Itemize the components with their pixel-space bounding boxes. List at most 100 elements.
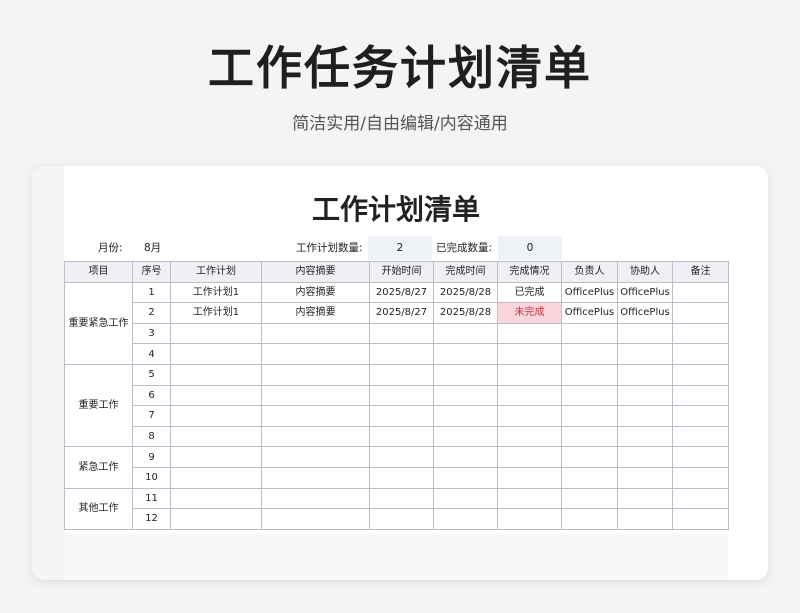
owner-cell[interactable] bbox=[561, 487, 618, 510]
plan-cell[interactable]: 工作计划1 bbox=[170, 302, 262, 324]
plan-cell[interactable] bbox=[170, 466, 262, 489]
assist-cell[interactable]: OfficePlus bbox=[617, 302, 673, 324]
end-date-cell[interactable] bbox=[433, 322, 498, 345]
end-date-cell[interactable] bbox=[433, 446, 498, 468]
owner-cell[interactable] bbox=[561, 384, 618, 407]
summary-cell[interactable] bbox=[261, 446, 370, 468]
assist-cell[interactable] bbox=[617, 446, 673, 468]
end-date-cell[interactable]: 2025/8/28 bbox=[433, 302, 498, 324]
end-date-cell[interactable] bbox=[433, 384, 498, 407]
assist-cell[interactable] bbox=[617, 508, 673, 530]
note-cell[interactable] bbox=[672, 322, 729, 345]
assist-cell[interactable] bbox=[617, 466, 673, 489]
start-date-cell[interactable] bbox=[369, 466, 434, 489]
status-cell[interactable] bbox=[497, 322, 562, 345]
owner-cell[interactable] bbox=[561, 466, 618, 489]
status-cell[interactable] bbox=[497, 384, 562, 407]
start-date-cell[interactable] bbox=[369, 425, 434, 448]
plan-cell[interactable] bbox=[170, 446, 262, 468]
end-date-cell[interactable]: 2025/8/28 bbox=[433, 281, 498, 304]
summary-cell[interactable] bbox=[261, 508, 370, 530]
owner-cell[interactable] bbox=[561, 343, 618, 365]
note-cell[interactable] bbox=[672, 343, 729, 365]
start-date-cell[interactable]: 2025/8/27 bbox=[369, 281, 434, 304]
summary-cell[interactable] bbox=[261, 405, 370, 427]
category-cell[interactable]: 重要工作 bbox=[64, 363, 133, 448]
status-cell[interactable] bbox=[497, 405, 562, 427]
status-cell[interactable]: 已完成 bbox=[497, 281, 562, 304]
plan-cell[interactable] bbox=[170, 363, 262, 386]
assist-cell[interactable] bbox=[617, 487, 673, 510]
status-cell[interactable] bbox=[497, 446, 562, 468]
plan-cell[interactable] bbox=[170, 322, 262, 345]
assist-cell[interactable] bbox=[617, 384, 673, 407]
status-cell[interactable] bbox=[497, 508, 562, 530]
category-cell[interactable]: 紧急工作 bbox=[64, 446, 133, 489]
summary-cell[interactable] bbox=[261, 363, 370, 386]
status-cell[interactable] bbox=[497, 425, 562, 448]
note-cell[interactable] bbox=[672, 487, 729, 510]
end-date-cell[interactable] bbox=[433, 405, 498, 427]
note-cell[interactable] bbox=[672, 405, 729, 427]
plan-cell[interactable] bbox=[170, 487, 262, 510]
end-date-cell[interactable] bbox=[433, 508, 498, 530]
owner-cell[interactable] bbox=[561, 363, 618, 386]
owner-cell[interactable] bbox=[561, 446, 618, 468]
note-cell[interactable] bbox=[672, 302, 729, 324]
summary-cell[interactable] bbox=[261, 466, 370, 489]
plan-cell[interactable] bbox=[170, 425, 262, 448]
category-cell[interactable]: 重要紧急工作 bbox=[64, 281, 133, 365]
summary-cell[interactable] bbox=[261, 425, 370, 448]
start-date-cell[interactable] bbox=[369, 405, 434, 427]
owner-cell[interactable]: OfficePlus bbox=[561, 302, 618, 324]
summary-cell[interactable] bbox=[261, 487, 370, 510]
start-date-cell[interactable] bbox=[369, 508, 434, 530]
plan-cell[interactable] bbox=[170, 384, 262, 407]
end-date-cell[interactable] bbox=[433, 343, 498, 365]
start-date-cell[interactable] bbox=[369, 446, 434, 468]
note-cell[interactable] bbox=[672, 466, 729, 489]
start-date-cell[interactable] bbox=[369, 343, 434, 365]
assist-cell[interactable] bbox=[617, 343, 673, 365]
summary-cell[interactable]: 内容摘要 bbox=[261, 302, 370, 324]
owner-cell[interactable] bbox=[561, 425, 618, 448]
start-date-cell[interactable] bbox=[369, 384, 434, 407]
end-date-cell[interactable] bbox=[433, 466, 498, 489]
status-cell[interactable]: 未完成 bbox=[497, 302, 562, 324]
owner-cell[interactable] bbox=[561, 322, 618, 345]
month-value[interactable]: 8月 bbox=[144, 236, 161, 260]
note-cell[interactable] bbox=[672, 363, 729, 386]
note-cell[interactable] bbox=[672, 384, 729, 407]
owner-cell[interactable] bbox=[561, 508, 618, 530]
start-date-cell[interactable]: 2025/8/27 bbox=[369, 302, 434, 324]
status-cell[interactable] bbox=[497, 466, 562, 489]
category-cell[interactable]: 其他工作 bbox=[64, 487, 133, 530]
summary-cell[interactable] bbox=[261, 384, 370, 407]
plan-cell[interactable] bbox=[170, 343, 262, 365]
note-cell[interactable] bbox=[672, 508, 729, 530]
summary-cell[interactable] bbox=[261, 322, 370, 345]
start-date-cell[interactable] bbox=[369, 363, 434, 386]
start-date-cell[interactable] bbox=[369, 487, 434, 510]
start-date-cell[interactable] bbox=[369, 322, 434, 345]
note-cell[interactable] bbox=[672, 281, 729, 304]
assist-cell[interactable]: OfficePlus bbox=[617, 281, 673, 304]
owner-cell[interactable] bbox=[561, 405, 618, 427]
assist-cell[interactable] bbox=[617, 363, 673, 386]
status-cell[interactable] bbox=[497, 343, 562, 365]
summary-cell[interactable]: 内容摘要 bbox=[261, 281, 370, 304]
assist-cell[interactable] bbox=[617, 322, 673, 345]
end-date-cell[interactable] bbox=[433, 487, 498, 510]
plan-cell[interactable]: 工作计划1 bbox=[170, 281, 262, 304]
owner-cell[interactable]: OfficePlus bbox=[561, 281, 618, 304]
plan-cell[interactable] bbox=[170, 405, 262, 427]
status-cell[interactable] bbox=[497, 487, 562, 510]
end-date-cell[interactable] bbox=[433, 363, 498, 386]
assist-cell[interactable] bbox=[617, 405, 673, 427]
done-count-value[interactable]: 0 bbox=[498, 236, 562, 260]
note-cell[interactable] bbox=[672, 425, 729, 448]
note-cell[interactable] bbox=[672, 446, 729, 468]
plan-cell[interactable] bbox=[170, 508, 262, 530]
status-cell[interactable] bbox=[497, 363, 562, 386]
end-date-cell[interactable] bbox=[433, 425, 498, 448]
